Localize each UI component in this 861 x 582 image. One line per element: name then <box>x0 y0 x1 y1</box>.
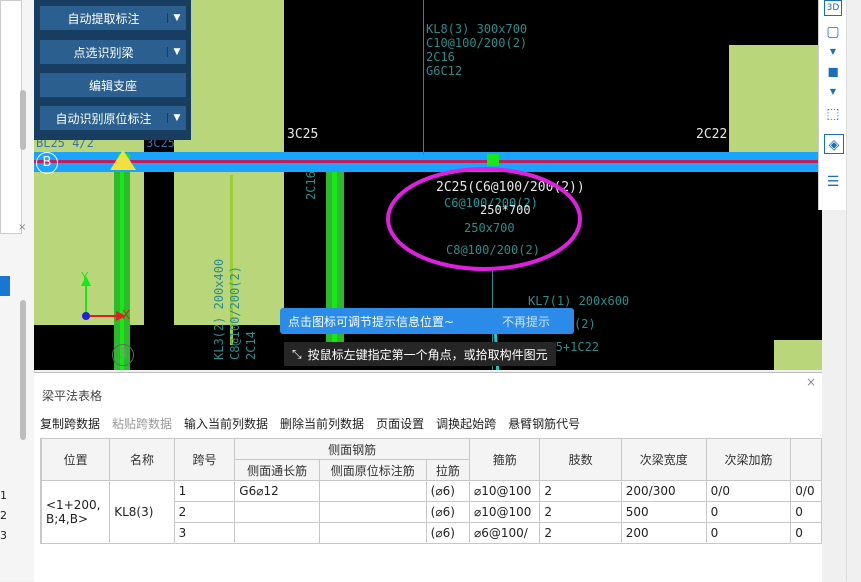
chevron-down-icon[interactable]: ▼ <box>167 13 186 23</box>
command-status-bar: ⤡ 按鼠标左键指定第一个角点，或拾取构件图元 <box>284 342 556 366</box>
properties-icon[interactable]: ☰ <box>823 172 843 192</box>
select-region-icon[interactable]: ⬚ <box>823 104 843 124</box>
beam-recognition-menu: 自动提取标注 ▼ 点选识别梁 ▼ 编辑支座 自动识别原位标注 ▼ <box>34 0 191 140</box>
cell-span[interactable]: 1 <box>173 480 236 502</box>
cell-side-inplace[interactable] <box>318 480 427 502</box>
status-text: 按鼠标左键指定第一个角点，或拾取构件图元 <box>307 347 548 362</box>
row-number: 1 <box>0 489 7 502</box>
cell-legs[interactable]: 2 <box>539 501 622 523</box>
beam-data-table: 位置 名称 跨号 侧面钢筋 箍筋 肢数 次梁宽度 次梁加筋 侧面通长筋 侧面原位… <box>40 438 822 544</box>
left-close-icon[interactable]: × <box>18 222 26 233</box>
paste-span-data-button[interactable]: 粘贴跨数据 <box>112 415 172 432</box>
header-stirrup[interactable]: 箍筋 <box>469 438 541 481</box>
cell-extra[interactable]: 0 <box>790 501 822 523</box>
cantilever-rebar-code-button[interactable]: 悬臂钢筋代号 <box>508 415 580 432</box>
header-legs[interactable]: 肢数 <box>539 438 622 481</box>
cell-tie[interactable]: (⌀6) <box>425 480 471 502</box>
table-toolbar: 复制跨数据 粘贴跨数据 输入当前列数据 删除当前列数据 页面设置 调换起始跨 悬… <box>40 415 580 432</box>
header-name[interactable]: 名称 <box>109 438 175 481</box>
row-number: 2 <box>0 509 7 522</box>
swap-start-span-button[interactable]: 调换起始跨 <box>436 415 496 432</box>
view-cube-icon[interactable]: ◈ <box>824 134 844 154</box>
table-row[interactable]: <1+200, B;4,B> KL8(3) 1 G6⌀12 (⌀6) ⌀10@1… <box>40 480 822 544</box>
cell-secondary-width[interactable]: 500 <box>620 501 707 523</box>
crosshair-icon: ⤡ <box>292 346 302 361</box>
menu-label: 点选识别梁 <box>73 45 134 60</box>
left-scrollbar[interactable] <box>20 90 26 150</box>
header-tie[interactable]: 拉筋 <box>425 459 471 481</box>
dismiss-tip-link[interactable]: 不再提示 <box>502 313 550 330</box>
menu-label: 编辑支座 <box>88 78 137 93</box>
page-setup-button[interactable]: 页面设置 <box>376 415 424 432</box>
header-secondary-width[interactable]: 次梁宽度 <box>620 438 707 481</box>
cube-wireframe-icon[interactable]: ▢ <box>823 22 843 42</box>
cell-side-long[interactable] <box>234 522 320 544</box>
cell-side-inplace[interactable] <box>318 501 427 523</box>
cell-side-long[interactable]: G6⌀12 <box>234 480 320 502</box>
cell-side-inplace[interactable] <box>318 522 427 544</box>
header-secondary-additional[interactable]: 次梁加筋 <box>705 438 792 481</box>
chevron-down-icon[interactable]: ▼ <box>823 82 843 102</box>
view-toolbar: 3D ▢ ▼ ◼ ▼ ⬚ ◈ ☰ <box>818 0 847 210</box>
delete-column-data-button[interactable]: 删除当前列数据 <box>280 415 364 432</box>
cell-tie[interactable]: (⌀6) <box>425 522 471 544</box>
cell-position[interactable]: <1+200, B;4,B> <box>40 480 111 544</box>
header-side-inplace[interactable]: 侧面原位标注筋 <box>318 459 427 481</box>
cell-span[interactable]: 3 <box>173 522 236 544</box>
header-position[interactable]: 位置 <box>40 438 111 481</box>
cell-legs[interactable]: 2 <box>539 480 622 502</box>
3d-view-icon[interactable]: 3D <box>824 0 842 16</box>
header-span[interactable]: 跨号 <box>173 438 236 481</box>
cell-stirrup[interactable]: ⌀10@100 <box>469 501 541 523</box>
cell-extra[interactable]: 0/0 <box>790 480 822 502</box>
header-side-long[interactable]: 侧面通长筋 <box>234 459 320 481</box>
cell-secondary-width[interactable]: 200/300 <box>620 480 707 502</box>
menu-label: 自动识别原位标注 <box>55 111 152 126</box>
auto-recognize-inplace-button[interactable]: 自动识别原位标注 ▼ <box>40 106 186 130</box>
chevron-down-icon[interactable]: ▼ <box>167 113 186 123</box>
cell-span[interactable]: 2 <box>173 501 236 523</box>
cell-secondary-width[interactable]: 200 <box>620 522 707 544</box>
highlight-ellipse <box>386 167 582 271</box>
cell-secondary-additional[interactable]: 0 <box>705 522 792 544</box>
chevron-down-icon[interactable]: ▼ <box>823 42 843 62</box>
menu-label: 自动提取标注 <box>67 11 140 26</box>
row-numbers: 1 2 3 <box>0 486 7 546</box>
left-tree-panel <box>0 0 22 234</box>
left-scrollbar-lower[interactable] <box>20 300 26 440</box>
cell-stirrup[interactable]: ⌀10@100 <box>469 480 541 502</box>
auto-extract-annotation-button[interactable]: 自动提取标注 ▼ <box>40 6 186 30</box>
cell-tie[interactable]: (⌀6) <box>425 501 471 523</box>
left-selected-indicator <box>0 276 10 296</box>
cell-extra[interactable]: 0 <box>790 522 822 544</box>
header-extra <box>790 438 822 481</box>
edit-support-button[interactable]: 编辑支座 <box>40 73 186 97</box>
cube-solid-icon[interactable]: ◼ <box>823 62 843 82</box>
row-number: 3 <box>0 529 7 542</box>
tip-text: 点击图标可调节提示信息位置~ <box>288 314 455 329</box>
cell-side-long[interactable] <box>234 501 320 523</box>
right-side-strip <box>846 0 861 581</box>
cell-legs[interactable]: 2 <box>539 522 622 544</box>
panel-close-icon[interactable]: × <box>806 375 816 389</box>
cell-secondary-additional[interactable]: 0/0 <box>705 480 792 502</box>
cell-secondary-additional[interactable]: 0 <box>705 501 792 523</box>
pick-recognize-beam-button[interactable]: 点选识别梁 ▼ <box>40 40 186 64</box>
input-column-data-button[interactable]: 输入当前列数据 <box>184 415 268 432</box>
chevron-down-icon[interactable]: ▼ <box>167 47 186 57</box>
copy-span-data-button[interactable]: 复制跨数据 <box>40 415 100 432</box>
cell-stirrup[interactable]: ⌀6@100/ <box>469 522 541 544</box>
cell-name[interactable]: KL8(3) <box>109 480 175 544</box>
beam-table-panel: 梁平法表格 × 复制跨数据 粘贴跨数据 输入当前列数据 删除当前列数据 页面设置… <box>0 372 822 582</box>
tip-bubble[interactable]: 点击图标可调节提示信息位置~ 不再提示 <box>280 308 574 334</box>
panel-title: 梁平法表格 <box>42 389 103 403</box>
header-side-rebar[interactable]: 侧面钢筋 <box>234 438 471 460</box>
